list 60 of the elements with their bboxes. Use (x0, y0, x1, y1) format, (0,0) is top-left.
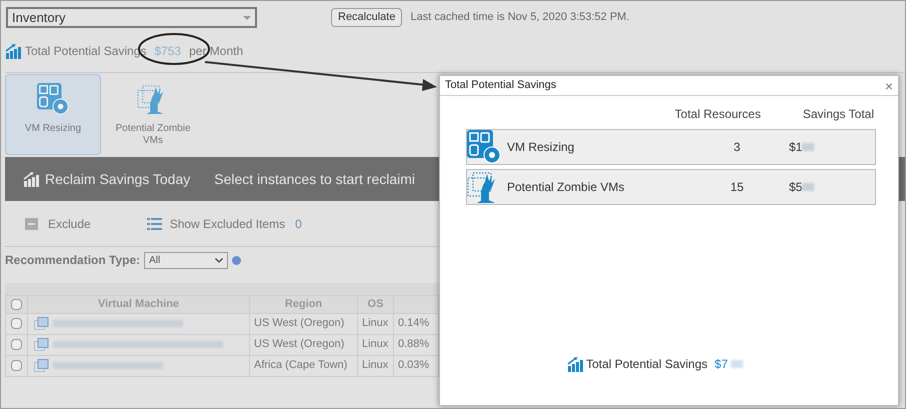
region-cell: US West (Oregon) (254, 317, 344, 330)
column-header: OS (368, 298, 384, 310)
banner-title: Reclaim Savings Today (45, 170, 190, 189)
blurred-value (802, 183, 814, 191)
dialog-column-header: Savings Total (802, 106, 874, 123)
row-checkbox[interactable] (11, 338, 22, 350)
dialog-column-header: Total Resources (674, 106, 761, 123)
list-icon (146, 218, 162, 230)
vm-icon (34, 317, 49, 330)
column-header: Region (284, 298, 322, 310)
blurred-value (802, 143, 814, 151)
chip-gear-icon (37, 83, 69, 115)
cache-time-text: Last cached time is Nov 5, 2020 3:53:52 PM. (410, 10, 630, 26)
total-amount: $7 (714, 356, 728, 373)
row-label: Potential Zombie VMs (507, 179, 626, 196)
inventory-dropdown[interactable]: Inventory (6, 7, 257, 28)
row-checkbox[interactable] (11, 360, 22, 371)
caret-icon (243, 16, 251, 20)
total-label: Total Potential Savings (586, 356, 708, 373)
os-cell: Linux (362, 359, 388, 372)
column-header: Virtual Machine (98, 298, 180, 310)
exclude-button[interactable]: Exclude (25, 214, 91, 232)
info-icon (232, 256, 242, 264)
close-button[interactable]: × (884, 78, 893, 92)
category-tile[interactable]: Potential Zombie VMs (105, 74, 201, 155)
row-label: VM Resizing (507, 139, 576, 156)
type-select[interactable]: All (144, 252, 228, 268)
category-label: VM Resizing (24, 123, 82, 135)
chevron-icon (215, 258, 224, 262)
savings-value: $5 (789, 179, 802, 196)
usage-cell: 0.03% (398, 359, 430, 372)
vm-icon (34, 359, 49, 372)
recalculate-button[interactable]: Recalculate (331, 8, 402, 27)
select-all-checkbox[interactable] (11, 298, 22, 310)
region-cell: US West (Oregon) (254, 338, 344, 350)
savings-suffix: per Month (189, 43, 244, 60)
category-label: Potential Zombie VMs (114, 123, 192, 147)
row-checkbox[interactable] (11, 318, 22, 329)
category-tile[interactable]: VM Resizing (5, 74, 101, 155)
usage-cell: 0.88% (398, 338, 430, 350)
bar-chart-icon (23, 172, 39, 186)
os-cell: Linux (362, 317, 388, 330)
usage-cell: 0.14% (398, 317, 430, 330)
savings-value: $1 (789, 139, 802, 156)
savings-amount: $753 (154, 43, 182, 60)
vm-icon (34, 338, 49, 351)
filter-label: Recommendation Type: (5, 252, 140, 269)
bar-chart-icon (5, 44, 21, 58)
region-cell: Africa (Cape Town) (254, 359, 348, 372)
resource-count: 15 (729, 179, 745, 196)
minus-icon (25, 218, 38, 230)
banner-message: Select instances to start reclaimi (214, 170, 416, 188)
excluded-count: 0 (295, 216, 302, 232)
bar-chart-icon (567, 356, 584, 372)
dialog-title: Total Potential Savings (445, 78, 556, 94)
show-excluded-button[interactable]: Show Excluded Items (146, 214, 286, 232)
resource-count: 3 (732, 139, 742, 156)
os-cell: Linux (362, 338, 388, 350)
chip-gear-icon (467, 130, 501, 164)
blurred-value (730, 360, 743, 368)
